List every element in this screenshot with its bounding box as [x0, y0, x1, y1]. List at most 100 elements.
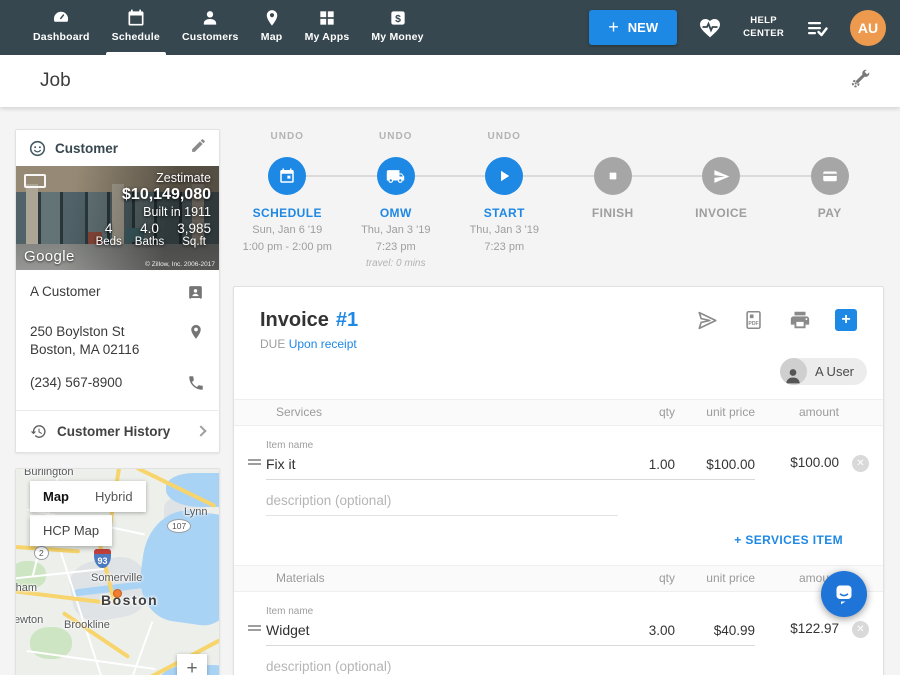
zestimate-value: $10,149,080	[96, 186, 211, 204]
undo-link[interactable]: UNDO	[271, 131, 304, 150]
map-label: Somerville	[91, 572, 142, 584]
item-name-label: Item name	[266, 440, 607, 451]
service-item-name-input[interactable]: Fix it	[266, 456, 607, 480]
omw-step-circle[interactable]	[377, 157, 415, 195]
map-label: Burlington	[24, 468, 74, 478]
map-button[interactable]: Map	[30, 481, 82, 512]
baths-label: Baths	[135, 236, 164, 248]
chat-fab-button[interactable]	[821, 571, 867, 617]
sqft-value: 3,985	[177, 221, 211, 236]
health-heart-icon[interactable]	[697, 16, 723, 40]
contact-card-icon[interactable]	[186, 283, 205, 307]
print-icon[interactable]	[789, 309, 811, 331]
nav-label: My Money	[371, 31, 423, 43]
sqft-label: Sq.ft	[177, 236, 211, 248]
map-label: Brookline	[64, 619, 110, 631]
zestimate-overlay: Zestimate $10,149,080 Built in 1911 4Bed…	[96, 171, 211, 248]
service-qty-input[interactable]: 1.00	[607, 457, 675, 480]
material-description-input[interactable]: description (optional)	[266, 659, 618, 675]
nav-item-my-money[interactable]: $ My Money	[360, 0, 434, 55]
assigned-user-chip[interactable]: A User	[780, 358, 867, 385]
hybrid-button[interactable]: Hybrid	[82, 481, 146, 512]
nav-label: Map	[261, 31, 283, 43]
item-name-label: Item name	[266, 606, 607, 617]
nav-item-my-apps[interactable]: My Apps	[294, 0, 361, 55]
customer-name: A Customer	[30, 283, 101, 301]
nav-right-actions: + NEW HELP CENTER AU	[589, 0, 886, 55]
drag-handle-icon[interactable]	[248, 622, 266, 645]
credit-card-icon	[821, 167, 839, 185]
materials-label: Materials	[276, 571, 607, 585]
beds-label: Beds	[96, 236, 122, 248]
job-location-marker[interactable]	[113, 589, 122, 598]
zoom-in-button[interactable]: +	[177, 654, 207, 675]
service-unit-price-input[interactable]: $100.00	[675, 457, 755, 480]
streetview-toggle-icon[interactable]	[24, 174, 46, 188]
customer-history-button[interactable]: Customer History	[16, 410, 219, 452]
job-settings-icon[interactable]	[849, 67, 872, 95]
calendar-icon	[278, 167, 296, 185]
timeline-step-finish[interactable]: FINISH	[559, 131, 668, 272]
help-center-link[interactable]: HELP CENTER	[743, 15, 784, 40]
invoice-number[interactable]: #1	[336, 309, 358, 332]
svg-text:$: $	[395, 14, 401, 25]
built-year: Built in 1911	[96, 205, 211, 219]
nav-item-dashboard[interactable]: Dashboard	[22, 0, 101, 55]
timeline-step-schedule[interactable]: UNDO SCHEDULE Sun, Jan 6 '191:00 pm - 2:…	[233, 131, 342, 272]
new-button-label: NEW	[628, 20, 658, 35]
undo-link[interactable]: UNDO	[488, 131, 521, 150]
customer-name-row: A Customer	[16, 270, 219, 313]
finish-step-circle[interactable]	[594, 157, 632, 195]
material-qty-input[interactable]: 3.00	[607, 623, 675, 646]
hcp-map-button[interactable]: HCP Map	[30, 515, 112, 546]
property-streetview-photo[interactable]: Zestimate $10,149,080 Built in 1911 4Bed…	[16, 166, 219, 270]
timeline-step-omw[interactable]: UNDO OMW Thu, Jan 3 '197:23 pmtravel: 0 …	[342, 131, 451, 272]
nav-tabs: Dashboard Schedule Customers Map My Apps…	[22, 0, 435, 55]
pdf-icon[interactable]: PDF	[743, 309, 765, 331]
schedule-step-circle[interactable]	[268, 157, 306, 195]
customer-address: 250 Boylston StBoston, MA 02116	[30, 323, 139, 359]
location-pin-icon[interactable]	[187, 323, 205, 346]
invoice-step-circle[interactable]	[702, 157, 740, 195]
checklist-icon[interactable]	[804, 16, 830, 40]
timeline-step-invoice[interactable]: INVOICE	[667, 131, 776, 272]
add-services-item-link[interactable]: + SERVICES ITEM	[734, 533, 843, 547]
material-unit-price-input[interactable]: $40.99	[675, 623, 755, 646]
dashboard-gauge-icon	[50, 8, 72, 28]
drag-handle-icon[interactable]	[248, 456, 266, 479]
send-invoice-icon[interactable]	[696, 309, 719, 332]
invoice-panel: Invoice #1 PDF +	[233, 286, 884, 675]
new-button[interactable]: + NEW	[589, 10, 677, 45]
help-line1: HELP	[743, 15, 784, 27]
nav-item-customers[interactable]: Customers	[171, 0, 250, 55]
plus-icon: +	[608, 17, 619, 38]
app-grid-icon	[316, 8, 338, 28]
phone-icon[interactable]	[187, 374, 205, 397]
invoice-due-line: DUE Upon receipt	[260, 337, 857, 351]
route-shield-2: 2	[34, 546, 49, 560]
invoice-header: Invoice #1 PDF +	[234, 287, 883, 351]
timeline-step-pay[interactable]: PAY	[776, 131, 885, 272]
nav-item-schedule[interactable]: Schedule	[101, 0, 171, 55]
due-label: DUE	[260, 337, 285, 351]
edit-pencil-icon[interactable]	[190, 137, 207, 159]
start-step-circle[interactable]	[485, 157, 523, 195]
map-pin-icon	[261, 8, 283, 28]
service-description-input[interactable]: description (optional)	[266, 493, 618, 516]
delete-line-icon[interactable]: ✕	[852, 455, 869, 472]
job-status-timeline: UNDO SCHEDULE Sun, Jan 6 '191:00 pm - 2:…	[233, 131, 884, 272]
qty-column-header: qty	[607, 405, 675, 419]
timeline-step-start[interactable]: UNDO START Thu, Jan 3 '197:23 pm	[450, 131, 559, 272]
svg-text:PDF: PDF	[748, 321, 758, 327]
user-avatar[interactable]: AU	[850, 10, 886, 46]
pay-step-circle[interactable]	[811, 157, 849, 195]
play-icon	[495, 167, 513, 185]
due-value-link[interactable]: Upon receipt	[289, 337, 357, 351]
person-icon	[199, 8, 221, 28]
add-invoice-icon[interactable]: +	[835, 309, 857, 331]
undo-link[interactable]: UNDO	[379, 131, 412, 150]
top-navbar: Dashboard Schedule Customers Map My Apps…	[0, 0, 900, 55]
delete-line-icon[interactable]: ✕	[852, 621, 869, 638]
material-item-name-input[interactable]: Widget	[266, 622, 607, 646]
nav-item-map[interactable]: Map	[250, 0, 294, 55]
